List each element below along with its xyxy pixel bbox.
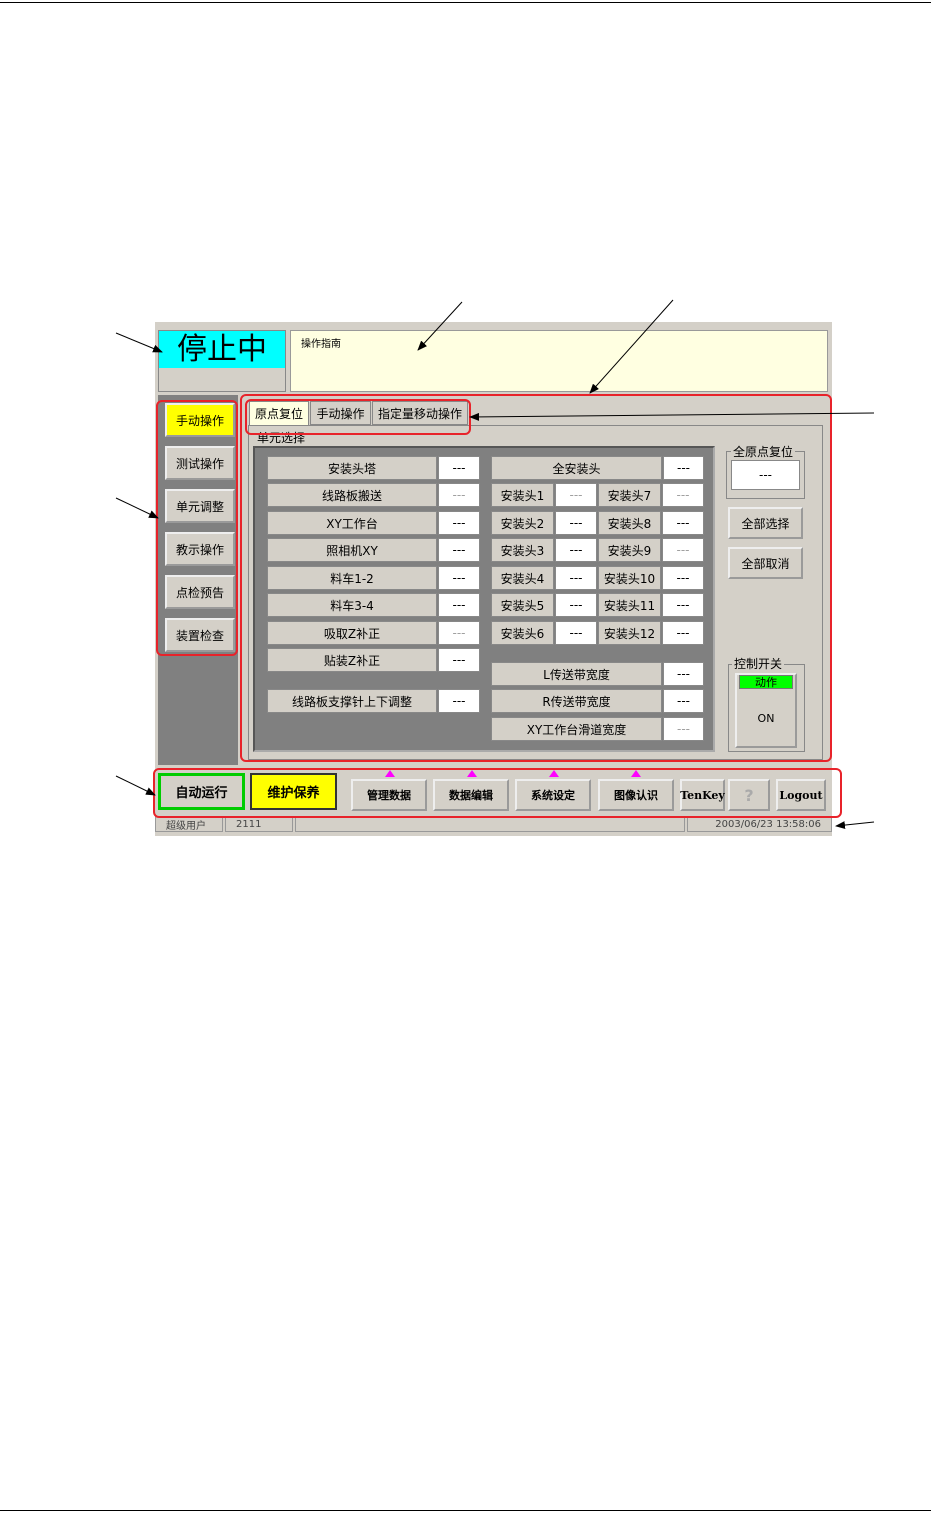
- arrow-bottom-bar: [115, 775, 156, 796]
- arrow-side-menu: [115, 497, 159, 519]
- arrow-tabs: [469, 412, 875, 421]
- arrow-guide: [417, 301, 463, 351]
- footer-rule: [0, 1510, 931, 1511]
- arrow-status: [115, 332, 163, 353]
- arrow-status-bar: [835, 821, 875, 830]
- arrow-tab-area: [589, 299, 674, 394]
- callout-arrows: [115, 299, 875, 830]
